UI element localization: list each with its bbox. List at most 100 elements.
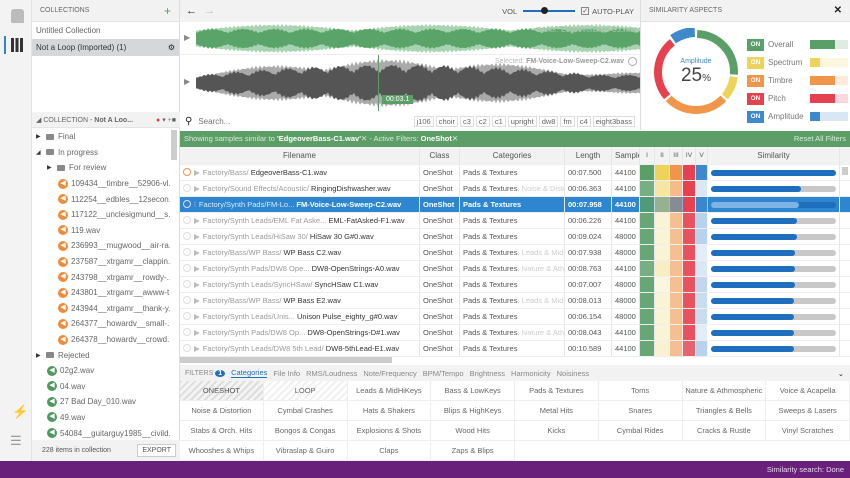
aspect-weight-slider[interactable] <box>810 40 848 49</box>
donut-segment-timbre[interactable] <box>665 95 727 114</box>
tag-chip[interactable]: choir <box>435 115 458 127</box>
filter-tab[interactable]: RMS/Loudness <box>306 369 357 378</box>
play-icon[interactable]: ▶ <box>194 168 200 177</box>
column-header[interactable]: V <box>696 147 708 164</box>
table-row[interactable]: ▶ Factory/Sound Effects/Acoustic/ Ringing… <box>180 181 850 197</box>
aspect-toggle[interactable]: ON <box>747 92 764 105</box>
status-circle-icon[interactable] <box>183 216 191 224</box>
category-filter[interactable]: Sweeps & Lasers <box>766 401 850 421</box>
category-filter[interactable]: Cracks & Rustle <box>682 421 767 441</box>
column-header[interactable]: Samplerate <box>612 147 640 164</box>
volume-slider[interactable] <box>523 7 576 14</box>
play-icon[interactable]: ▶ <box>194 232 200 241</box>
column-header[interactable]: II <box>655 147 670 164</box>
tag-chip[interactable]: c4 <box>576 115 591 127</box>
tree-file[interactable]: ◀ 04.wav <box>32 379 170 395</box>
gear-icon[interactable]: ⚙ <box>168 39 175 56</box>
add-collection-icon[interactable]: + <box>164 4 171 18</box>
column-header[interactable]: IV <box>683 147 696 164</box>
collapse-chevron-icon[interactable]: ⌄ <box>838 369 844 378</box>
status-circle-icon[interactable] <box>183 248 191 256</box>
filter-tab[interactable]: Noisiness <box>557 369 590 378</box>
tree-file[interactable]: ◀ 109434__timbre__52906-vl... <box>32 176 170 192</box>
tree-file[interactable]: ◀ 264378__howardv__crowd... <box>32 332 170 348</box>
tag-chip[interactable]: c3 <box>459 115 474 127</box>
tree-file[interactable]: ◀ 264377__howardv__small-... <box>32 316 170 332</box>
tag-chip[interactable]: dw8 <box>538 115 559 127</box>
search-input[interactable] <box>198 116 412 126</box>
filter-tab[interactable]: File Info <box>273 369 300 378</box>
category-filter[interactable]: Pads & Textures <box>515 381 599 401</box>
play-icon[interactable]: ▶ <box>194 280 200 289</box>
caret-right-icon[interactable]: ▶ <box>36 133 46 140</box>
table-row[interactable]: ▶ Factory/Synth Leads/EML Fat Aske... EML… <box>180 213 850 229</box>
tree-folder[interactable]: ▶ Rejected <box>32 347 170 363</box>
aspect-toggle[interactable]: ON <box>747 110 764 123</box>
category-filter[interactable]: Bass & LowKeys <box>431 381 515 401</box>
category-filter[interactable]: Zaps & Blips <box>431 441 515 461</box>
column-header[interactable]: I <box>640 147 655 164</box>
category-filter[interactable]: Stabs & Orch. Hits <box>180 421 264 441</box>
select-circle-icon[interactable] <box>628 57 637 66</box>
tree-file[interactable]: ◀ 117122__unclesigmund__s... <box>32 207 170 223</box>
caret-right-icon[interactable]: ▶ <box>36 352 46 359</box>
play-similar-icon[interactable]: ▶ <box>184 33 190 42</box>
tag-chip[interactable]: c1 <box>491 115 506 127</box>
tag-chip[interactable]: j106 <box>413 115 434 127</box>
donut-segment-amplitude[interactable] <box>670 28 696 44</box>
collection-item[interactable]: Untitled Collection <box>32 22 179 39</box>
tree-folder[interactable]: ▶ For review <box>32 160 170 176</box>
category-filter[interactable]: Vibraslap & Guiro <box>263 441 348 461</box>
play-icon[interactable]: ▶ <box>194 296 200 305</box>
status-circle-icon[interactable] <box>183 168 191 176</box>
reset-filters-button[interactable]: Reset All Filters <box>794 131 846 147</box>
category-filter[interactable]: Cymbal Rides <box>598 421 683 441</box>
playhead[interactable] <box>378 55 380 111</box>
filter-tab[interactable]: Note/Frequency <box>363 369 416 378</box>
vertical-scrollbar[interactable] <box>842 167 848 175</box>
status-circle-icon[interactable] <box>183 184 191 192</box>
tree-scrollbar[interactable] <box>171 130 177 160</box>
category-filter[interactable]: Vinyl Scratches <box>766 421 850 441</box>
play-icon[interactable]: ⫶ <box>194 200 196 209</box>
aspect-weight-slider[interactable] <box>810 58 848 67</box>
autoplay-checkbox[interactable]: ✓ <box>581 7 590 15</box>
back-icon[interactable]: ← <box>186 5 197 17</box>
tree-file[interactable]: ◀ 02g2.wav <box>32 363 170 379</box>
table-row[interactable]: ▶ Factory/Synth Pads/DW8 Op... DW8-OpenSt… <box>180 325 850 341</box>
category-filter[interactable]: Kicks <box>515 421 599 441</box>
play-icon[interactable]: ▶ <box>194 312 200 321</box>
close-icon[interactable]: ✕ <box>834 5 842 16</box>
aspect-weight-slider[interactable] <box>810 76 848 85</box>
status-circle-icon[interactable] <box>183 312 191 320</box>
play-selected-icon[interactable]: ▶ <box>184 77 190 86</box>
play-icon[interactable]: ▶ <box>194 344 200 353</box>
category-filter[interactable]: Metal Hits <box>515 401 599 421</box>
column-header[interactable]: Similarity <box>708 147 840 164</box>
category-filter[interactable]: Explosions & Shots <box>347 421 432 441</box>
selected-waveform[interactable]: ▶ 00:03.1 Selected: FM-Voice-Low-Sweep-C… <box>180 55 640 111</box>
category-filter[interactable]: Cymbal Crashes <box>263 401 348 421</box>
caret-down-icon[interactable]: ◢ <box>36 149 46 156</box>
sliders-icon[interactable]: ☰ <box>10 433 22 449</box>
category-filter[interactable]: Triangles & Bells <box>682 401 767 421</box>
table-row[interactable]: ▶ Factory/Synth Leads/Unis... Unison Puls… <box>180 309 850 325</box>
status-circle-icon[interactable] <box>183 232 191 240</box>
status-circle-icon[interactable] <box>183 280 191 288</box>
category-filter[interactable]: Voice & Acapella <box>766 381 850 401</box>
category-filter[interactable]: Blips & HighKeys <box>431 401 515 421</box>
play-icon[interactable]: ▶ <box>194 216 200 225</box>
filter-tab[interactable]: Harmonicity <box>511 369 551 378</box>
category-filter[interactable]: Hats & Shakers <box>347 401 432 421</box>
grid-icon[interactable] <box>11 38 24 52</box>
color-picker-icon[interactable]: ● <box>156 117 160 124</box>
table-row[interactable]: ▶ Factory/Bass/WP Bass/ WP Bass E2.wav One… <box>180 293 850 309</box>
status-circle-icon[interactable] <box>183 328 191 336</box>
tree-file[interactable]: ◀ 243801__xtrgamr__awww-t... <box>32 285 170 301</box>
column-header[interactable]: III <box>670 147 683 164</box>
category-filter[interactable]: Wood Hits <box>431 421 515 441</box>
column-header[interactable]: Class <box>420 147 460 164</box>
category-filter[interactable]: LOOP <box>263 381 348 401</box>
aspect-weight-slider[interactable] <box>810 112 848 121</box>
aspect-toggle[interactable]: ON <box>747 38 764 51</box>
